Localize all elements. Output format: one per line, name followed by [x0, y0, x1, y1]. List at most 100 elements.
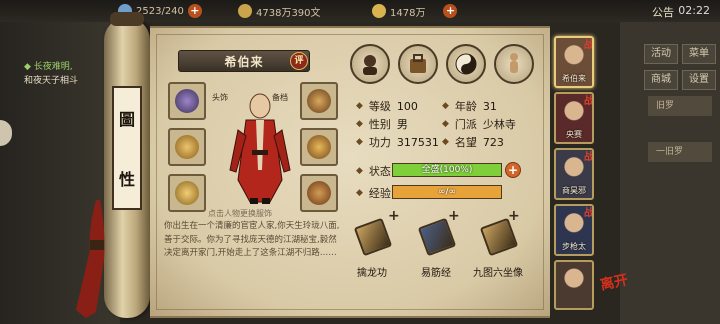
- status-label: 状态: [368, 165, 391, 178]
- story-line-2: 和夜天子相斗: [24, 76, 79, 86]
- party-member-name: 希伯来: [562, 74, 586, 83]
- stat-fame: ◆ 名望 723: [442, 135, 504, 150]
- add-stamina-button[interactable]: +: [187, 4, 202, 18]
- level-value: 100: [396, 99, 418, 113]
- equip-slot-head[interactable]: [300, 82, 338, 120]
- party-member-5[interactable]: [554, 260, 594, 310]
- equip-slot-accessory[interactable]: [168, 128, 206, 166]
- taiji-icon-button[interactable]: [446, 44, 486, 84]
- character-name: 希伯来: [224, 54, 264, 69]
- skill-book-icon: [417, 217, 457, 257]
- shop-button[interactable]: 商城: [644, 70, 678, 90]
- party-member-2[interactable]: 战央赛: [554, 92, 594, 144]
- clock: 02:22: [678, 4, 710, 17]
- status-bar: 全盛(100%): [392, 163, 502, 177]
- notice-button[interactable]: 公告: [652, 4, 674, 20]
- status-bar-text: 全盛(100%): [421, 165, 473, 175]
- skill-book-icon: [479, 217, 519, 257]
- party-member-name: 步枪太: [562, 242, 586, 251]
- power-value: 317531: [396, 135, 439, 149]
- add-gold-button[interactable]: +: [443, 4, 458, 18]
- bag-icon: [410, 54, 426, 73]
- skill-name-3: 九图六坐像: [473, 268, 523, 279]
- fame-label: 名望: [454, 136, 477, 149]
- sect-label: 门派: [454, 118, 477, 131]
- meridian-icon-button[interactable]: [494, 44, 534, 84]
- gold-resource: 1478万 +: [372, 3, 458, 19]
- exp-label: 经验: [368, 187, 391, 200]
- tassel-icon: [76, 200, 105, 318]
- menu-button[interactable]: 菜单: [682, 44, 716, 64]
- equip-slot-ring[interactable]: [168, 174, 206, 212]
- story-line-1: ◆ 长夜难明,: [24, 62, 73, 72]
- stat-level: ◆ 等级 100: [356, 99, 418, 114]
- settings-button[interactable]: 设置: [682, 70, 716, 90]
- party-member-4[interactable]: 战步枪太: [554, 204, 594, 256]
- battle-tag: 战: [584, 96, 594, 107]
- sect-value: 少林寺: [482, 118, 516, 131]
- side-slot-2[interactable]: 一旧罗: [648, 142, 712, 162]
- scroll-cap: [110, 12, 144, 26]
- fame-value: 723: [482, 135, 504, 149]
- body-meridian-icon: [510, 53, 518, 73]
- gold-value: 1478万: [390, 7, 426, 19]
- equip-slot-boots[interactable]: [300, 174, 338, 212]
- scroll-char-1: 圖: [118, 110, 135, 129]
- equip-slot-armor[interactable]: [300, 128, 338, 166]
- gender-value: 男: [396, 118, 408, 131]
- battle-tag: 战: [584, 152, 594, 163]
- exp-bar: ∞/∞: [392, 185, 502, 199]
- stat-status-label: ◆ 状态: [356, 165, 391, 178]
- armor-icon: [307, 135, 331, 159]
- top-resource-bar: 2523/240 + 4738万390文 1478万 + 公告 02:22: [0, 0, 720, 22]
- background-right-panel: [620, 22, 720, 324]
- coin-value: 4738万390文: [256, 7, 321, 19]
- equip-slot-weapon[interactable]: [168, 82, 206, 120]
- skill-book-icon: [353, 217, 393, 257]
- coin-icon: [238, 4, 252, 18]
- battle-tag: 战: [584, 208, 594, 219]
- skill-slot-3[interactable]: [478, 216, 519, 257]
- level-label: 等级: [368, 100, 391, 113]
- age-value: 31: [482, 99, 497, 113]
- character-portrait[interactable]: [226, 90, 294, 206]
- side-slot-1[interactable]: 旧罗: [648, 96, 712, 116]
- rating-button[interactable]: 评: [290, 52, 308, 70]
- character-head-icon: [363, 55, 377, 75]
- stat-gender: ◆ 性别男: [356, 118, 408, 131]
- power-label: 功力: [368, 136, 391, 149]
- stat-exp-label: ◆ 经验: [356, 187, 391, 200]
- party-member-name: 央赛: [566, 130, 582, 139]
- stat-power: ◆ 功力 317531: [356, 135, 439, 150]
- skill-name-1: 擒龙功: [357, 268, 387, 279]
- status-area: 02:22: [678, 4, 710, 17]
- restore-status-button[interactable]: +: [505, 162, 521, 178]
- helmet-icon: [307, 89, 331, 113]
- gender-label: 性别: [368, 118, 391, 131]
- scroll-label-card: 圖 性: [112, 86, 142, 210]
- boots-icon: [307, 181, 331, 205]
- yin-yang-icon: [455, 53, 477, 75]
- inventory-icon-button[interactable]: [398, 44, 438, 84]
- skill-name-2: 易筋经: [421, 268, 451, 279]
- scroll-char-2: 性: [118, 170, 135, 189]
- party-member-3[interactable]: 战商昊邪: [554, 148, 594, 200]
- age-label: 年龄: [454, 100, 477, 113]
- party-member-1[interactable]: 战希伯来: [554, 36, 594, 88]
- portrait-icon-button[interactable]: [350, 44, 390, 84]
- coin-resource: 4738万390文: [238, 3, 321, 19]
- activity-button[interactable]: 活动: [644, 44, 678, 64]
- gold-icon: [372, 4, 386, 18]
- weapon-icon: [175, 89, 199, 113]
- character-description: 你出生在一个清廉的官宦人家,你天生玲珑八面,善于交际。你为了寻找庞天德的江湖秘宝…: [164, 221, 340, 258]
- stat-sect: ◆ 门派 少林寺: [442, 118, 516, 131]
- ring-icon: [175, 181, 199, 205]
- party-member-name: 商昊邪: [562, 186, 586, 195]
- exp-bar-text: ∞/∞: [437, 187, 457, 197]
- necklace-icon: [175, 135, 199, 159]
- battle-tag: 战: [584, 40, 594, 51]
- stat-age: ◆ 年龄 31: [442, 99, 497, 114]
- skill-slot-1[interactable]: [352, 216, 393, 257]
- skill-slot-2[interactable]: [416, 216, 457, 257]
- background-story-text: ◆ 长夜难明, 和夜天子相斗: [24, 60, 78, 88]
